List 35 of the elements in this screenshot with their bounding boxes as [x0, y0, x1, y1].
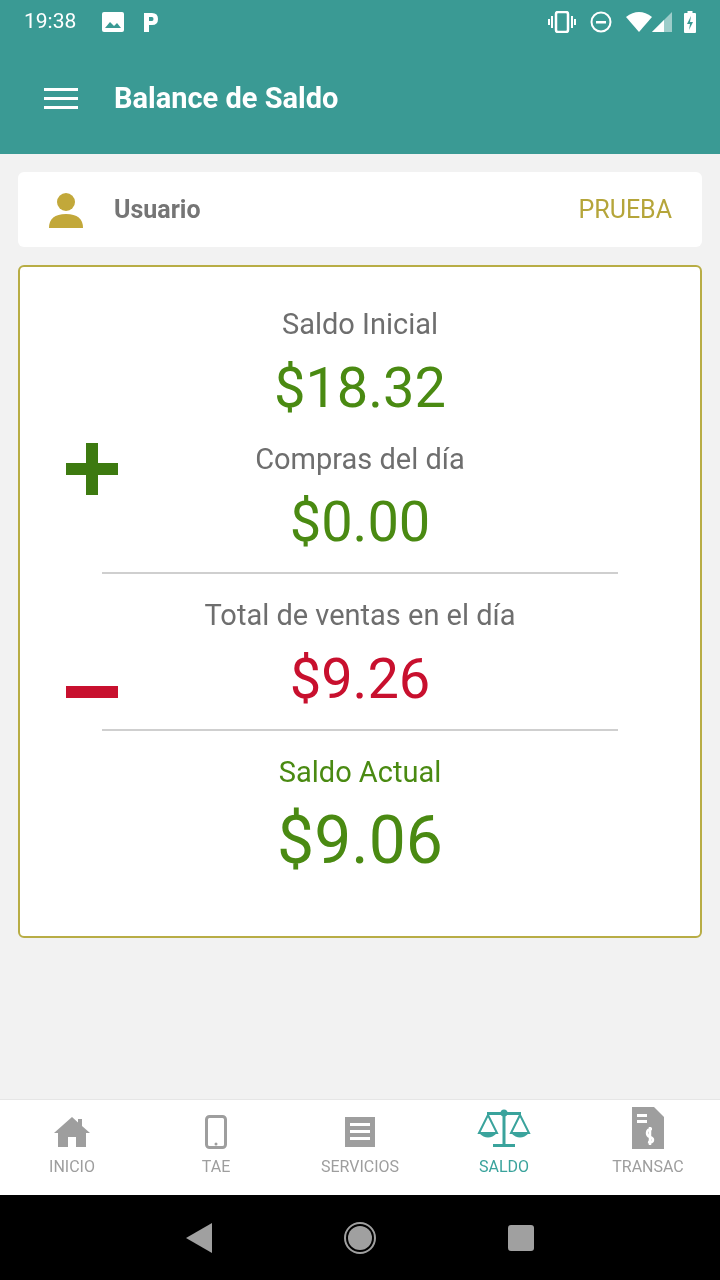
minus-icon [66, 685, 118, 698]
recents-icon[interactable] [508, 1224, 534, 1251]
nav-tab[interactable]: TRANSAC [576, 1100, 720, 1195]
back-icon[interactable] [186, 1222, 212, 1253]
balance-label: Total de ventas en el día [204, 597, 516, 635]
balance-label: Saldo Actual [278, 754, 442, 792]
do-not-disturb-icon [590, 11, 612, 33]
menu-icon[interactable] [44, 88, 78, 110]
battery-icon [684, 11, 696, 33]
parking-icon [142, 11, 161, 33]
user-icon [48, 191, 84, 228]
balance-amount: $0.00 [289, 489, 431, 557]
clock: 19:38 [24, 8, 77, 36]
scale-icon [477, 1109, 531, 1149]
nav-tab[interactable]: SALDO [432, 1100, 576, 1195]
user-value: PRUEBA [578, 193, 672, 226]
plus-icon [66, 443, 118, 496]
invoice-icon [632, 1107, 664, 1149]
signal-icon [652, 12, 672, 32]
receipt-icon [343, 1115, 377, 1149]
balance-label: Compras del día [255, 440, 465, 478]
balance-label: Saldo Inicial [281, 306, 439, 343]
screen-title: Balance de Saldo [114, 80, 339, 118]
home-icon [52, 1115, 92, 1149]
phone-icon [205, 1115, 227, 1149]
nav-tab[interactable]: SERVICIOS [288, 1100, 432, 1195]
home-button-icon[interactable] [344, 1221, 376, 1254]
balance-amount: $18.32 [273, 354, 447, 422]
balance-amount: $9.26 [289, 645, 431, 714]
user-label: Usuario [114, 193, 201, 226]
vibrate-icon [548, 11, 576, 33]
balance-amount: $9.06 [277, 800, 443, 880]
nav-tab[interactable]: TAE [144, 1100, 288, 1195]
image-icon [102, 12, 125, 32]
nav-tab[interactable]: INICIO [0, 1100, 144, 1195]
